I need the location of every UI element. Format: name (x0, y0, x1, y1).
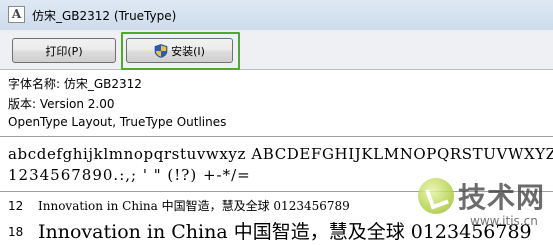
size-18-sample: 18 Innovation in China 中国智造，慧及全球 01234567… (8, 217, 532, 244)
size-12-label: 12 (8, 199, 24, 213)
uac-shield-icon (154, 43, 168, 58)
watermark-text: 技术网 (458, 181, 546, 214)
size-12-text: Innovation in China 中国智造，慧及全球 0123456789 (38, 199, 350, 213)
watermark-logo-icon (418, 178, 454, 214)
size-12-sample: 12 Innovation in China 中国智造，慧及全球 01234567… (8, 197, 350, 214)
font-version-line: 版本: Version 2.00 (8, 97, 115, 111)
symbols-sample: 1234567890.:,; ' " (!?) +-*/= (8, 166, 251, 184)
font-name-line: 字体名称: 仿宋_GB2312 (8, 77, 142, 91)
alphabet-sample: abcdefghijklmnopqrstuvwxyz ABCDEFGHIJKLM… (8, 145, 553, 163)
sample-divider (0, 191, 553, 192)
size-18-text: Innovation in China 中国智造，慧及全球 0123456789 (38, 221, 532, 243)
font-file-icon: A (8, 6, 25, 23)
font-outline-line: OpenType Layout, TrueType Outlines (8, 115, 227, 129)
install-button-label: 安装(I) (171, 44, 205, 58)
title-bar: A 仿宋_GB2312 (TrueType) (0, 0, 553, 30)
info-divider (0, 136, 553, 137)
window-title: 仿宋_GB2312 (TrueType) (32, 9, 177, 23)
size-18-label: 18 (8, 225, 24, 239)
install-button[interactable]: 安装(I) (126, 38, 233, 63)
print-button[interactable]: 打印(P) (12, 38, 116, 63)
